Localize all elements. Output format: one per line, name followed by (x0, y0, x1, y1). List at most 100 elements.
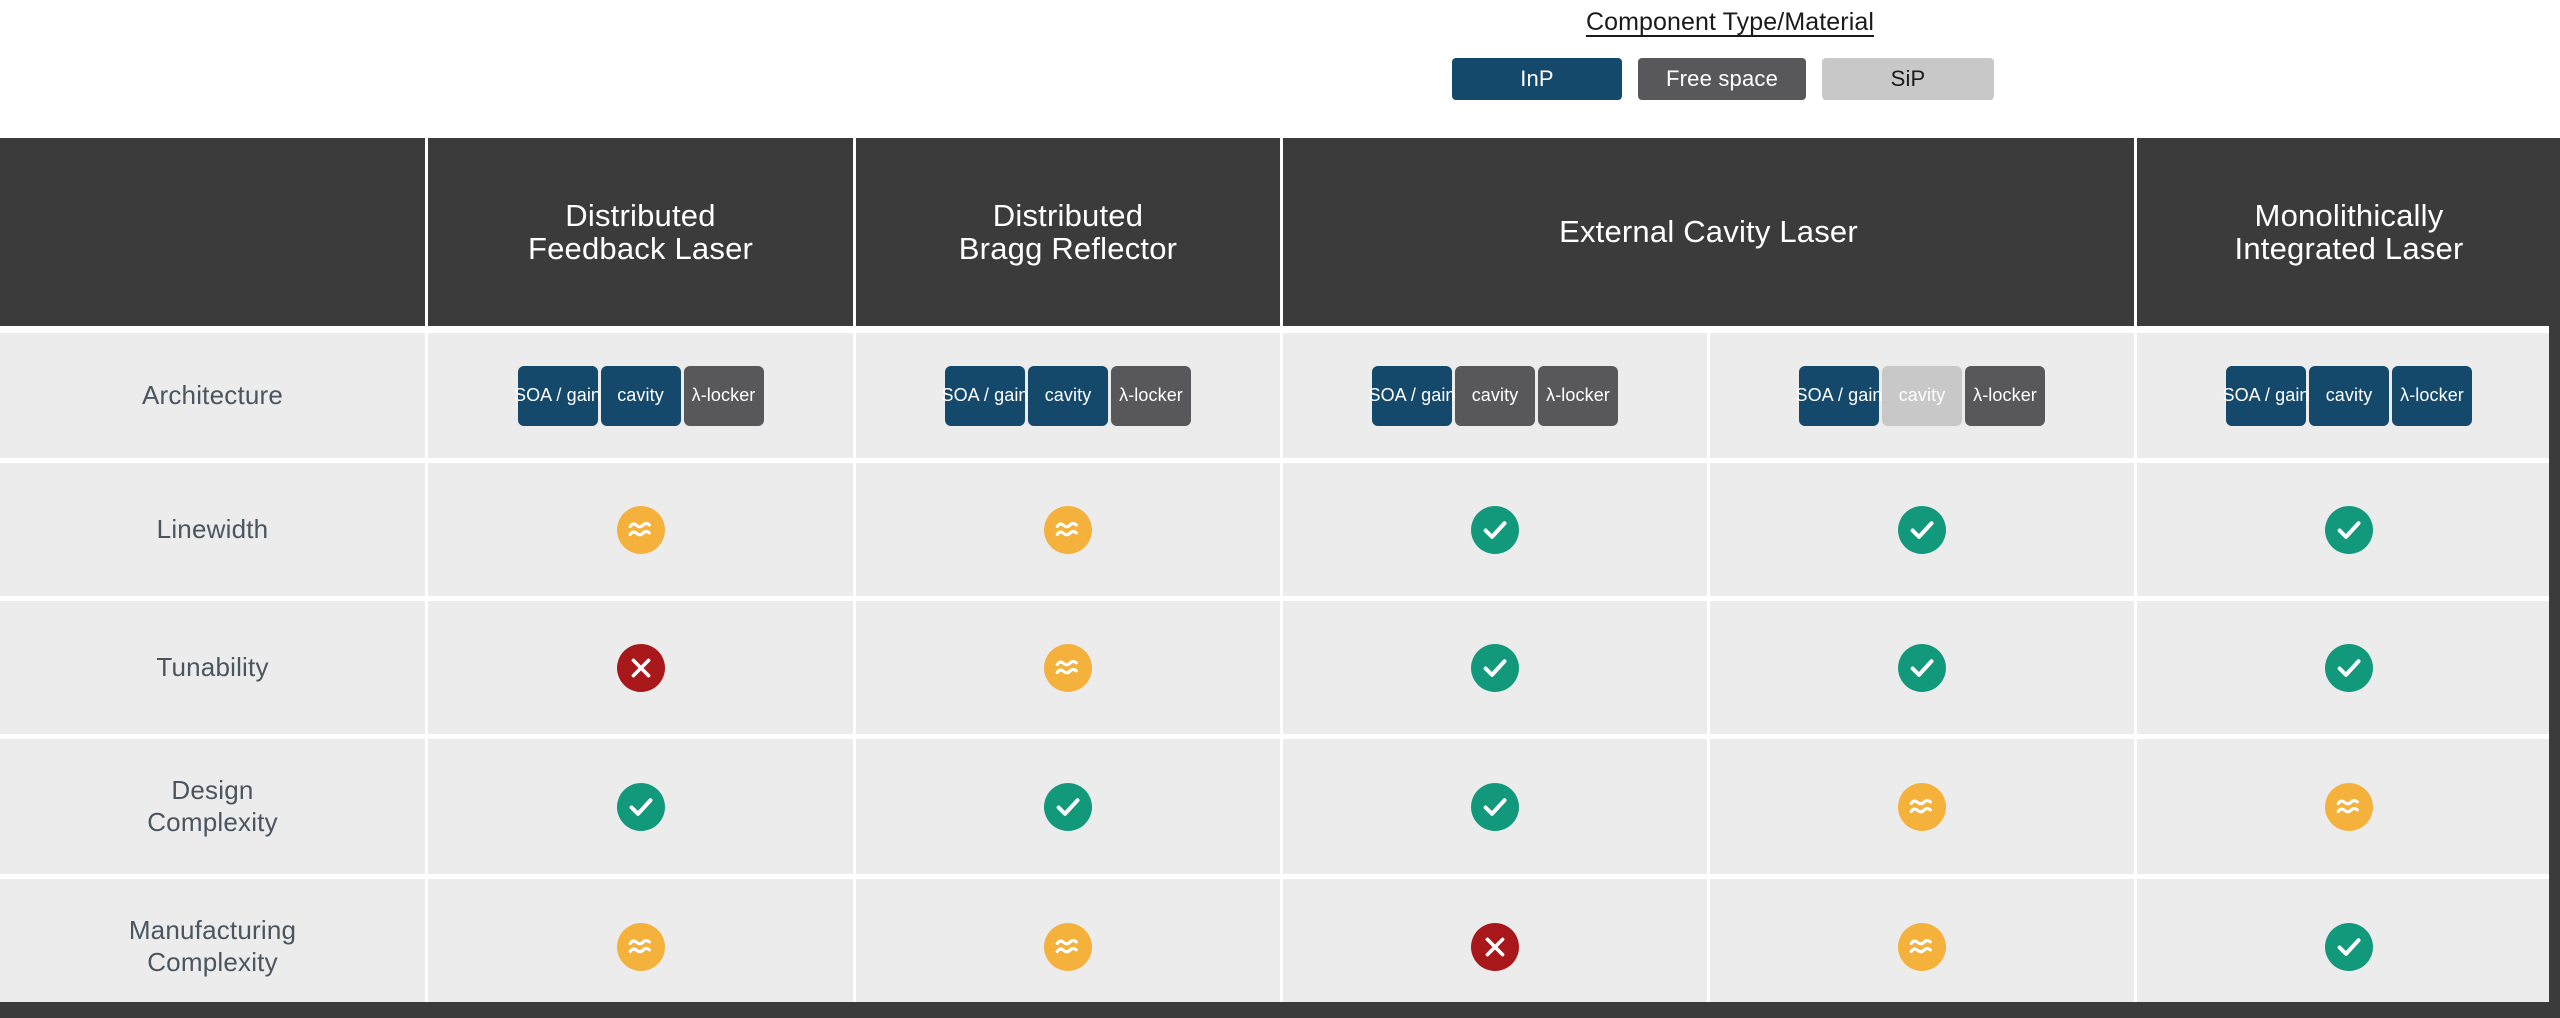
row-label-manufacturing-line2: Complexity (147, 946, 278, 977)
row-label-design-line2: Complexity (147, 806, 278, 837)
table-row-architecture: Architecture SOA / gain cavity λ-locker … (0, 333, 2560, 458)
rating-cell (1283, 739, 1707, 874)
row-label-manufacturing-complexity: Manufacturing Complexity (0, 879, 425, 1014)
row-label-architecture: Architecture (0, 333, 425, 458)
status-badge-mid (616, 922, 665, 971)
rating-cell (428, 463, 853, 596)
status-badge-mid (1044, 922, 1092, 971)
status-badge-bad (616, 643, 665, 692)
legend-chip-sip[interactable]: SiP (1822, 58, 1994, 100)
rating-cell (1710, 601, 2134, 734)
column-header-monolithically-integrated: Monolithically Integrated Laser (2137, 138, 2560, 326)
comparison-matrix: Distributed Feedback Laser Distributed B… (0, 138, 2560, 1014)
check-icon (626, 792, 656, 822)
approximately-equal-icon (1053, 653, 1083, 683)
architecture-chip-cavity: cavity (1455, 365, 1535, 426)
architecture-chip-cavity: cavity (1028, 365, 1108, 426)
table-row-design-complexity: Design Complexity (0, 739, 2560, 874)
architecture-chip-lambda-locker: λ-locker (1538, 365, 1618, 426)
status-badge-good (1471, 505, 1519, 554)
architecture-cell-dbr: SOA / gain cavity λ-locker (856, 333, 1280, 458)
approximately-equal-icon (1907, 932, 1937, 962)
status-badge-good (1471, 643, 1519, 692)
rating-cell (2137, 879, 2560, 1014)
table-row-tunability: Tunability (0, 601, 2560, 734)
architecture-chip-lambda-locker: λ-locker (2392, 365, 2472, 426)
rating-cell (1283, 879, 1707, 1014)
header-corner-cell (0, 138, 425, 326)
status-badge-good (2325, 643, 2373, 692)
rating-cell (428, 739, 853, 874)
approximately-equal-icon (626, 515, 656, 545)
rating-cell (1283, 601, 1707, 734)
architecture-chip-group-mil: SOA / gain cavity λ-locker (2222, 365, 2472, 426)
rating-cell (428, 601, 853, 734)
status-badge-mid (2325, 782, 2373, 831)
architecture-chip-lambda-locker: λ-locker (1965, 365, 2045, 426)
horizontal-scrollbar[interactable] (0, 1002, 2560, 1018)
rating-cell (1710, 879, 2134, 1014)
row-label-linewidth-text: Linewidth (156, 513, 269, 544)
architecture-chip-lambda-locker: λ-locker (1111, 365, 1191, 426)
check-icon (2334, 653, 2364, 683)
check-icon (1480, 792, 1510, 822)
legend-title: Component Type/Material (1585, 8, 1875, 36)
check-icon (1480, 653, 1510, 683)
architecture-cell-ecl-sip: SOA / gain cavity λ-locker (1710, 333, 2134, 458)
row-label-manufacturing-line1: Manufacturing (128, 915, 297, 946)
check-icon (1907, 515, 1937, 545)
architecture-chip-group-dfb: SOA / gain cavity λ-locker (514, 365, 764, 426)
architecture-chip-soa-gain: SOA / gain (941, 365, 1028, 426)
legend-chip-free-space[interactable]: Free space (1638, 58, 1806, 100)
status-badge-good (2325, 505, 2373, 554)
architecture-chip-group-ecl-a: SOA / gain cavity λ-locker (1368, 365, 1618, 426)
status-badge-good (1898, 643, 1946, 692)
column-header-dbr-line1: Distributed (992, 197, 1144, 233)
architecture-chip-lambda-locker: λ-locker (683, 365, 764, 426)
status-badge-mid (1898, 782, 1946, 831)
column-header-dbr-line2: Bragg Reflector (958, 231, 1178, 266)
status-badge-good (2325, 922, 2373, 971)
rating-cell (2137, 463, 2560, 596)
check-icon (2334, 515, 2364, 545)
status-badge-mid (1898, 922, 1946, 971)
rating-cell (856, 739, 1280, 874)
legend-chip-inp[interactable]: InP (1452, 58, 1622, 100)
approximately-equal-icon (1053, 932, 1083, 962)
rating-cell (856, 879, 1280, 1014)
architecture-cell-dfb: SOA / gain cavity λ-locker (428, 333, 853, 458)
row-label-tunability: Tunability (0, 601, 425, 734)
check-icon (1053, 792, 1083, 822)
architecture-chip-soa-gain: SOA / gain (514, 365, 601, 426)
rating-cell (2137, 739, 2560, 874)
table-row-linewidth: Linewidth (0, 463, 2560, 596)
column-header-mil-line2: Integrated Laser (2234, 231, 2464, 266)
status-badge-good (1044, 782, 1092, 831)
approximately-equal-icon (1907, 792, 1937, 822)
rating-cell (428, 879, 853, 1014)
check-icon (1907, 653, 1937, 683)
column-header-mil-line1: Monolithically (2254, 197, 2444, 233)
vertical-scrollbar[interactable] (2549, 138, 2560, 1018)
row-label-tunability-text: Tunability (156, 651, 269, 682)
architecture-chip-group-dbr: SOA / gain cavity λ-locker (941, 365, 1191, 426)
row-label-linewidth: Linewidth (0, 463, 425, 596)
approximately-equal-icon (626, 932, 656, 962)
column-header-ecl-line1: External Cavity Laser (1559, 214, 1858, 250)
rating-cell (1283, 463, 1707, 596)
status-badge-good (616, 782, 665, 831)
architecture-chip-soa-gain: SOA / gain (2222, 365, 2309, 426)
status-badge-good (1898, 505, 1946, 554)
architecture-chip-soa-gain: SOA / gain (1368, 365, 1455, 426)
column-header-dfb-line1: Distributed (565, 197, 716, 233)
table-header-row: Distributed Feedback Laser Distributed B… (0, 138, 2560, 326)
rating-cell (856, 463, 1280, 596)
architecture-cell-monolithic: SOA / gain cavity λ-locker (2137, 333, 2560, 458)
architecture-chip-group-ecl-b: SOA / gain cavity λ-locker (1795, 365, 2045, 426)
status-badge-mid (1044, 505, 1092, 554)
status-badge-good (1471, 782, 1519, 831)
check-icon (1480, 515, 1510, 545)
row-label-design-complexity: Design Complexity (0, 739, 425, 874)
cross-icon (628, 655, 654, 681)
rating-cell (856, 601, 1280, 734)
